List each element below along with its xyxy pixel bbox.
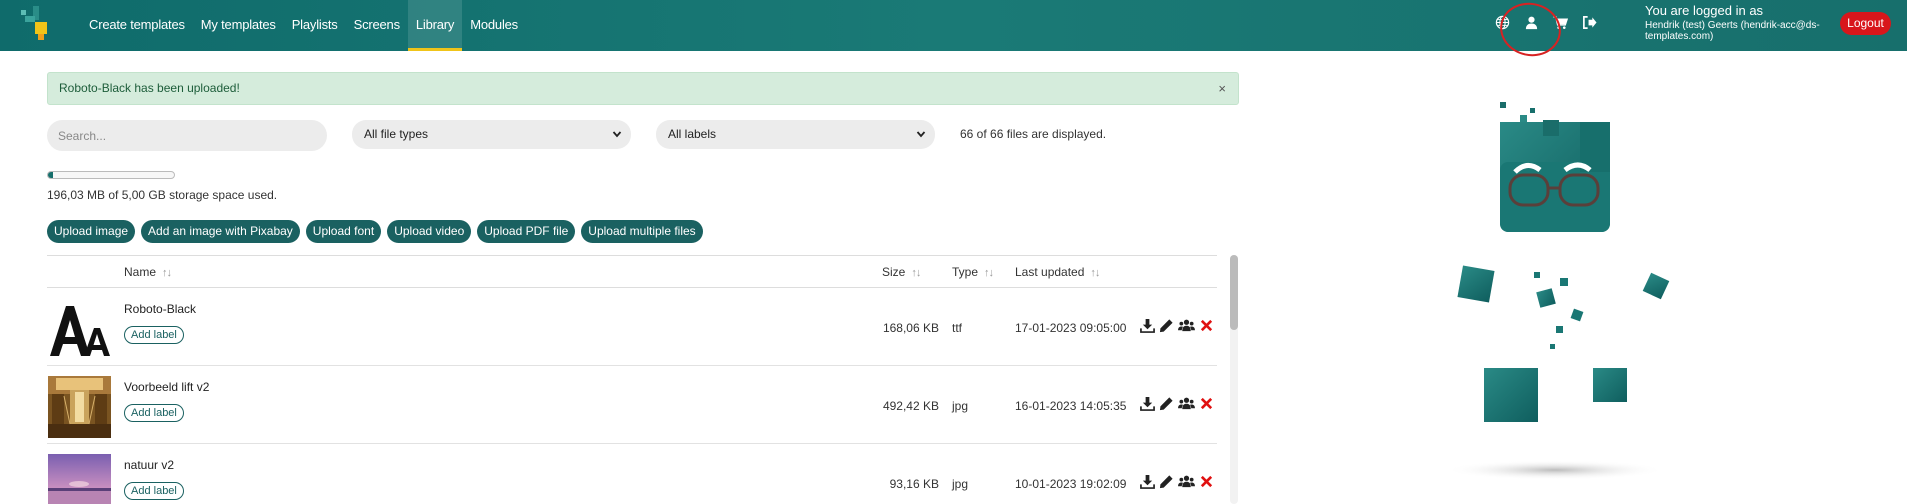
upload-buttons: Upload image Add an image with Pixabay U…	[47, 220, 703, 243]
login-user: Hendrik (test) Geerts (hendrik-acc@ds-te…	[1645, 20, 1820, 42]
file-name: Voorbeeld lift v2	[124, 380, 210, 394]
pencil-icon[interactable]	[1159, 396, 1174, 411]
upload-success-alert: Roboto-Black has been uploaded! ×	[47, 72, 1239, 105]
file-type: jpg	[952, 399, 969, 413]
ds-templates-logo[interactable]	[21, 6, 57, 42]
nav-library[interactable]: Library	[407, 0, 463, 51]
table-row[interactable]: Roboto-Black Add label 168,06 KB ttf 17-…	[47, 288, 1217, 366]
files-table: Name ↑↓ Size ↑↓ Type ↑↓ Last updated ↑↓ Robo…	[47, 255, 1217, 504]
nav-modules[interactable]: Modules	[462, 0, 526, 51]
nav-playlists[interactable]: Playlists	[284, 0, 346, 51]
file-size: 492,42 KB	[882, 399, 939, 413]
upload-video-button[interactable]: Upload video	[387, 220, 472, 243]
scrollbar-thumb[interactable]	[1230, 255, 1238, 330]
table-header: Name ↑↓ Size ↑↓ Type ↑↓ Last updated ↑↓	[47, 255, 1217, 288]
sort-arrows-icon: ↑↓	[911, 267, 921, 279]
add-label-button[interactable]: Add label	[124, 482, 184, 500]
chevron-down-icon	[612, 131, 622, 138]
table-row[interactable]: natuur v2 Add label 93,16 KB jpg 10-01-2…	[47, 444, 1217, 504]
download-icon[interactable]	[1140, 318, 1155, 333]
delete-icon[interactable]	[1199, 474, 1214, 489]
login-info: You are logged in as Hendrik (test) Geer…	[1645, 3, 1825, 43]
storage-progress-fill	[48, 172, 54, 178]
file-size: 93,16 KB	[889, 477, 939, 491]
image-thumbnail	[48, 376, 111, 438]
login-title: You are logged in as	[1645, 3, 1764, 18]
pencil-icon[interactable]	[1159, 474, 1174, 489]
main-nav: Create templates My templates Playlists …	[81, 0, 526, 51]
labels-select[interactable]: All labels	[656, 120, 935, 149]
pixabay-button[interactable]: Add an image with Pixabay	[141, 220, 300, 243]
upload-font-button[interactable]: Upload font	[305, 220, 382, 243]
storage-progress-bar	[47, 171, 175, 179]
nav-screens[interactable]: Screens	[346, 0, 408, 51]
users-icon[interactable]	[1178, 318, 1195, 333]
add-label-button[interactable]: Add label	[124, 326, 184, 344]
sort-arrows-icon: ↑↓	[162, 267, 172, 279]
row-actions	[1140, 474, 1214, 489]
file-updated: 16-01-2023 14:05:35	[1015, 399, 1127, 413]
files-count: 66 of 66 files are displayed.	[960, 127, 1107, 141]
image-thumbnail	[48, 454, 111, 504]
file-type: ttf	[952, 321, 963, 335]
sort-size-header[interactable]: Size ↑↓	[882, 265, 921, 279]
sort-name-header[interactable]: Name ↑↓	[124, 265, 172, 279]
font-thumbnail	[48, 298, 111, 360]
chevron-down-icon	[916, 131, 926, 138]
nav-create-templates[interactable]: Create templates	[81, 0, 193, 51]
sort-arrows-icon: ↑↓	[984, 267, 994, 279]
highlight-annotation	[1495, 0, 1566, 62]
delete-icon[interactable]	[1199, 318, 1214, 333]
labels-value: All labels	[668, 127, 717, 141]
download-icon[interactable]	[1140, 474, 1155, 489]
file-type-select[interactable]: All file types	[352, 120, 631, 149]
sort-arrows-icon: ↑↓	[1090, 267, 1100, 279]
table-row[interactable]: Voorbeeld lift v2 Add label 492,42 KB jp…	[47, 366, 1217, 444]
file-updated: 10-01-2023 19:02:09	[1015, 477, 1127, 491]
download-icon[interactable]	[1140, 396, 1155, 411]
file-name: Roboto-Black	[124, 302, 197, 316]
sign-out-icon[interactable]	[1581, 12, 1598, 32]
search-input[interactable]	[47, 120, 327, 151]
storage-text: 196,03 MB of 5,00 GB storage space used.	[47, 188, 278, 202]
file-type: jpg	[952, 477, 969, 491]
users-icon[interactable]	[1178, 474, 1195, 489]
upload-image-button[interactable]: Upload image	[47, 220, 136, 243]
logout-button[interactable]: Logout	[1840, 12, 1891, 35]
file-name: natuur v2	[124, 458, 175, 472]
pencil-icon[interactable]	[1159, 318, 1174, 333]
add-label-button[interactable]: Add label	[124, 404, 184, 422]
alert-message: Roboto-Black has been uploaded!	[59, 81, 240, 95]
file-size: 168,06 KB	[882, 321, 939, 335]
top-navbar: Create templates My templates Playlists …	[0, 0, 1907, 62]
sort-updated-header[interactable]: Last updated ↑↓	[1015, 265, 1100, 279]
file-type-value: All file types	[364, 127, 429, 141]
upload-pdf-button[interactable]: Upload PDF file	[477, 220, 576, 243]
alert-close-button[interactable]: ×	[1218, 73, 1226, 104]
row-actions	[1140, 318, 1214, 333]
mascot-illustration	[1445, 102, 1670, 480]
delete-icon[interactable]	[1199, 396, 1214, 411]
users-icon[interactable]	[1178, 396, 1195, 411]
file-updated: 17-01-2023 09:05:00	[1015, 321, 1127, 335]
nav-my-templates[interactable]: My templates	[193, 0, 284, 51]
sort-type-header[interactable]: Type ↑↓	[952, 265, 994, 279]
table-scrollbar[interactable]	[1230, 255, 1238, 504]
upload-multiple-button[interactable]: Upload multiple files	[581, 220, 703, 243]
row-actions	[1140, 396, 1214, 411]
